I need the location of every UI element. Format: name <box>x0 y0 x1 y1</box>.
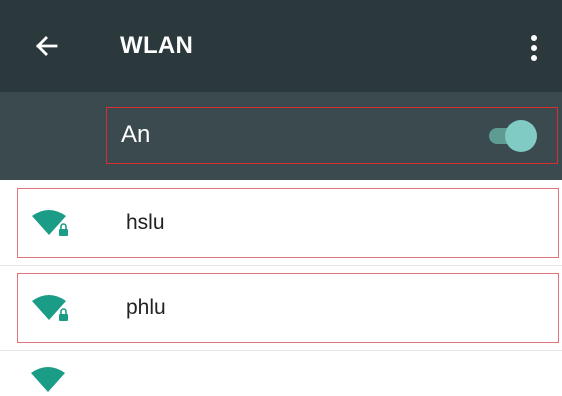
list-divider <box>0 265 562 266</box>
wifi-icon <box>31 367 65 392</box>
wifi-locked-icon <box>32 295 68 321</box>
network-row-hslu[interactable]: hslu <box>17 188 559 258</box>
overflow-menu-button[interactable] <box>522 28 546 68</box>
master-switch-label: An <box>121 121 151 148</box>
network-row-phlu[interactable]: phlu <box>17 273 559 343</box>
wlan-master-switch-row[interactable]: An <box>106 107 558 164</box>
arrow-back-icon <box>36 36 58 56</box>
list-divider <box>0 350 562 351</box>
app-bar: WLAN <box>0 0 562 92</box>
more-vert-icon <box>531 35 537 61</box>
back-button[interactable] <box>30 28 66 64</box>
toggle-thumb <box>505 120 537 152</box>
wlan-toggle-switch[interactable] <box>489 120 543 152</box>
page-title: WLAN <box>120 32 194 59</box>
network-ssid: phlu <box>126 296 166 319</box>
network-ssid: hslu <box>126 211 165 234</box>
wifi-locked-icon <box>32 210 68 236</box>
